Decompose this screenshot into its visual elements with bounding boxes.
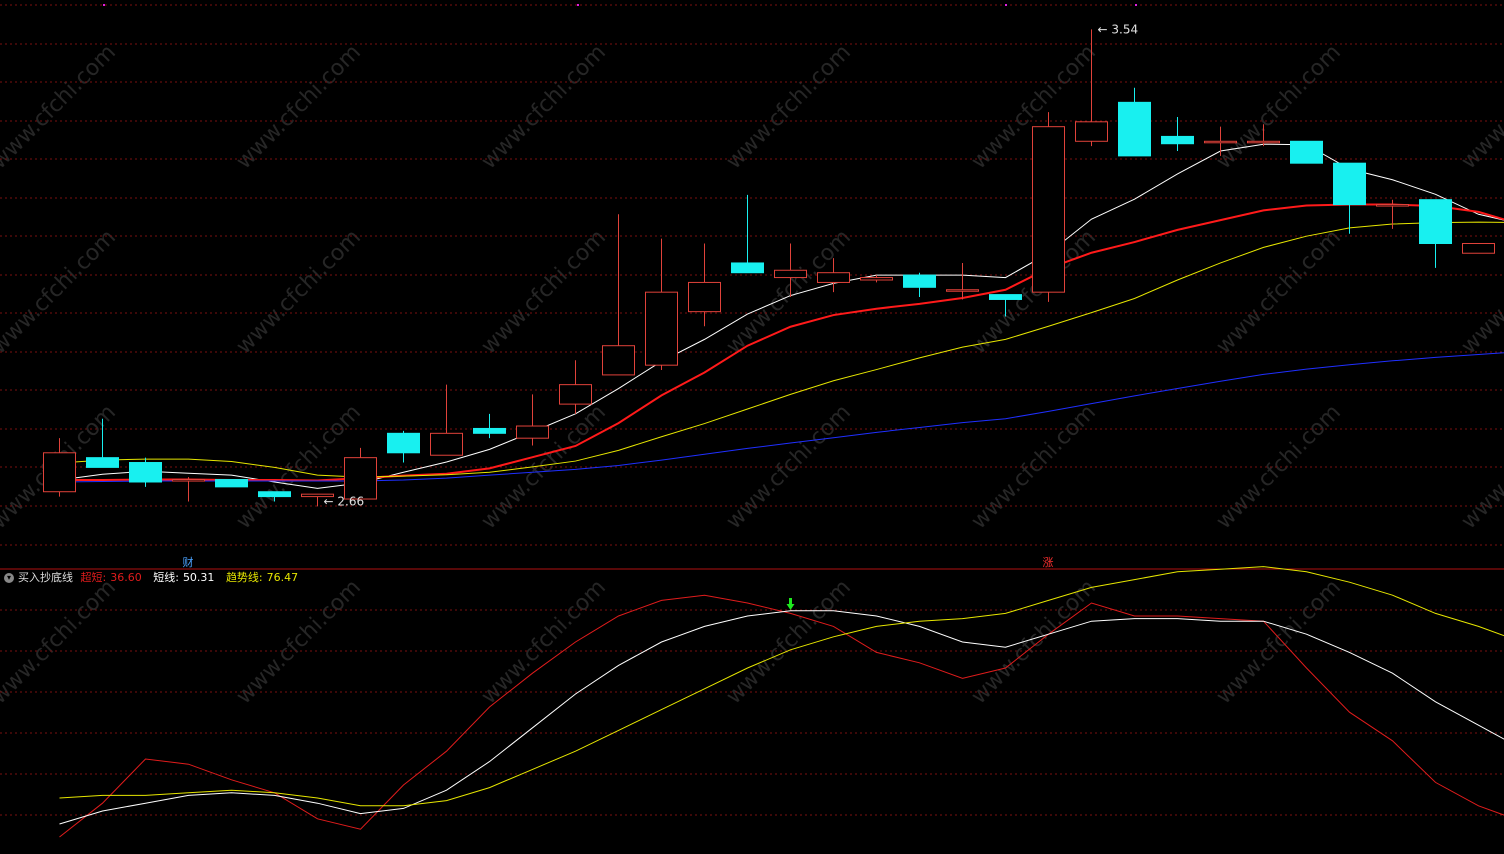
indicator-lines	[59, 566, 1504, 838]
candle-body-up	[1376, 204, 1409, 207]
candle-body-up	[1075, 121, 1108, 142]
candle-body-up	[1462, 242, 1495, 254]
watermark-text: www.cfchi.com	[0, 575, 121, 709]
candle-body-up	[43, 452, 76, 493]
candle	[860, 275, 893, 283]
candle-body-up	[430, 432, 463, 456]
price-annotation: ← 2.66	[324, 494, 365, 508]
candle-body-up	[774, 269, 807, 279]
ultra-short-value: 36.60	[110, 571, 142, 584]
candle	[1419, 199, 1452, 268]
candle-body-down	[1118, 101, 1151, 157]
indicator-header: ▾ 买入抄底线 超短: 36.60 短线: 50.31 趋势线: 76.47	[4, 571, 306, 585]
ultra-short-label: 超短: 36.60	[80, 571, 142, 584]
ma-line	[59, 203, 1504, 482]
watermark-text: www.cfchi.com	[232, 40, 366, 174]
sell-arrow-icon	[786, 598, 795, 610]
candle-body-down	[387, 432, 420, 454]
watermark-text: www.cfchi.com	[0, 40, 121, 174]
candle	[215, 479, 248, 488]
candle-body-up	[946, 289, 979, 292]
watermark-text: www.cfchi.com	[1212, 40, 1346, 174]
candle	[1118, 87, 1151, 157]
top-marker-dot	[103, 4, 105, 6]
short-line-label: 短线: 50.31	[153, 571, 215, 584]
indicator-name: 买入抄底线	[18, 571, 73, 584]
candle-body-up	[602, 345, 635, 376]
candle-body-down	[129, 462, 162, 483]
candle	[1032, 112, 1065, 302]
candle	[1333, 162, 1366, 234]
candle-body-down	[258, 491, 291, 498]
candle-body-down	[86, 457, 119, 468]
candle-body-down	[215, 479, 248, 488]
candle	[1290, 140, 1323, 164]
candle	[473, 413, 506, 439]
candle-body-up	[1247, 140, 1280, 144]
candle	[946, 262, 979, 300]
candle-body-up	[860, 277, 893, 281]
candle	[172, 477, 205, 502]
candle-body-up	[645, 291, 678, 366]
candle	[516, 394, 549, 446]
candle-body-up	[1032, 126, 1065, 293]
stock-chart: www.cfchi.com www.cfchi.com www.cfchi.com w…	[0, 4, 1504, 838]
indicator-settings-icon[interactable]: ▾	[4, 573, 14, 583]
trend-line-value: 76.47	[266, 571, 299, 584]
watermark-text: www.cfchi.com	[1457, 40, 1504, 174]
watermark-layer: www.cfchi.com www.cfchi.com www.cfchi.com w…	[0, 40, 1504, 709]
candle-body-up	[344, 457, 377, 500]
candle-body-down	[1419, 199, 1452, 244]
candle-body-down	[1161, 135, 1194, 145]
candle	[688, 243, 721, 327]
candle	[1376, 199, 1409, 229]
candle-body-down	[473, 427, 506, 434]
candle	[387, 430, 420, 463]
watermark-text: www.cfchi.com	[232, 575, 366, 709]
candle-body-down	[1333, 162, 1366, 206]
price-annotation: ← 3.54	[1098, 22, 1139, 36]
indicator-line	[59, 566, 1504, 807]
candle	[903, 272, 936, 298]
candle	[731, 194, 764, 274]
event-marker: 涨	[1043, 556, 1054, 569]
candle-body-up	[817, 272, 850, 283]
short-line-value: 50.31	[182, 571, 215, 584]
watermark-text: www.cfchi.com	[722, 40, 856, 174]
watermark-text: www.cfchi.com	[477, 40, 611, 174]
watermark-text: www.cfchi.com	[967, 575, 1101, 709]
watermark-text: www.cfchi.com	[0, 225, 121, 359]
candle	[1462, 242, 1495, 254]
event-marker: 财	[183, 555, 194, 569]
candle-body-down	[989, 294, 1022, 300]
top-marker-dot	[1135, 4, 1137, 6]
ma-line	[59, 221, 1504, 478]
candle	[344, 447, 377, 500]
candle-body-up	[172, 479, 205, 482]
candle	[645, 238, 678, 371]
trend-line-label: 趋势线: 76.47	[225, 571, 299, 584]
candle	[1161, 116, 1194, 152]
candle-body-down	[1290, 140, 1323, 164]
candle-body-up	[1204, 140, 1237, 144]
watermark-text: www.cfchi.com	[232, 225, 366, 359]
candle	[602, 214, 635, 376]
watermark-text: www.cfchi.com	[722, 225, 856, 359]
candle-body-down	[903, 274, 936, 288]
candle-body-up	[516, 425, 549, 439]
candle	[129, 457, 162, 487]
candle-body-down	[731, 262, 764, 274]
top-marker-dot	[1005, 4, 1007, 6]
watermark-text: www.cfchi.com	[477, 225, 611, 359]
watermark-text: www.cfchi.com	[722, 575, 856, 709]
candle-body-up	[559, 384, 592, 405]
top-marker-dot	[577, 4, 579, 6]
watermark-text: www.cfchi.com	[1212, 225, 1346, 359]
candle-body-up	[688, 281, 721, 313]
candle	[430, 384, 463, 456]
watermark-text: www.cfchi.com	[477, 575, 611, 709]
